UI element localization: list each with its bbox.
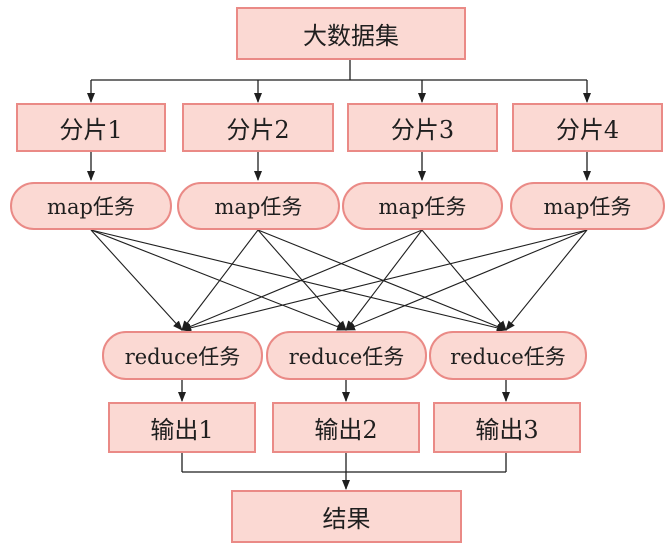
reduce-task-node-2: reduce任务 [266,331,427,380]
shard-node-4: 分片4 [512,103,663,152]
shard-node-3: 分片3 [347,103,498,152]
reduce-task-label: reduce任务 [288,344,405,369]
map-task-node-3: map任务 [342,182,503,230]
shard-label: 分片2 [226,116,290,144]
shard-label: 分片4 [555,116,620,144]
map-task-label: map任务 [378,195,467,219]
dataset-node: 大数据集 [236,7,466,60]
output-node-3: 输出3 [433,402,581,453]
shard-label: 分片3 [390,116,455,144]
output-node-1: 输出1 [108,402,256,453]
edge-map1-reduce3 [90,229,507,332]
shard-node-2: 分片2 [182,103,334,152]
edge-map1-reduce1 [90,229,183,331]
map-task-node-4: map任务 [510,182,665,230]
edge-map4-reduce1 [181,229,588,332]
reduce-task-label: reduce任务 [450,344,566,369]
reduce-task-node-1: reduce任务 [102,331,263,380]
result-label: 结果 [322,505,371,533]
reduce-task-node-3: reduce任务 [429,331,587,380]
output-label: 输出2 [314,416,378,444]
map-task-label: map任务 [543,195,632,219]
reduce-task-label: reduce任务 [124,344,241,369]
map-task-node-1: map任务 [10,182,172,230]
output-label: 输出3 [475,416,539,444]
output-label: 输出1 [150,416,214,444]
edge-map2-reduce1 [181,229,259,331]
shard-label: 分片1 [59,116,123,144]
map-task-node-2: map任务 [177,182,340,230]
edge-map4-reduce3 [505,229,588,331]
map-task-label: map任务 [214,195,303,219]
edges-layer [87,60,591,490]
output-node-2: 输出2 [272,402,420,453]
map-task-label: map任务 [47,195,135,219]
shard-node-1: 分片1 [16,103,166,152]
dataset-label: 大数据集 [303,22,399,50]
edge-map3-reduce3 [421,229,507,331]
result-node: 结果 [231,490,462,543]
